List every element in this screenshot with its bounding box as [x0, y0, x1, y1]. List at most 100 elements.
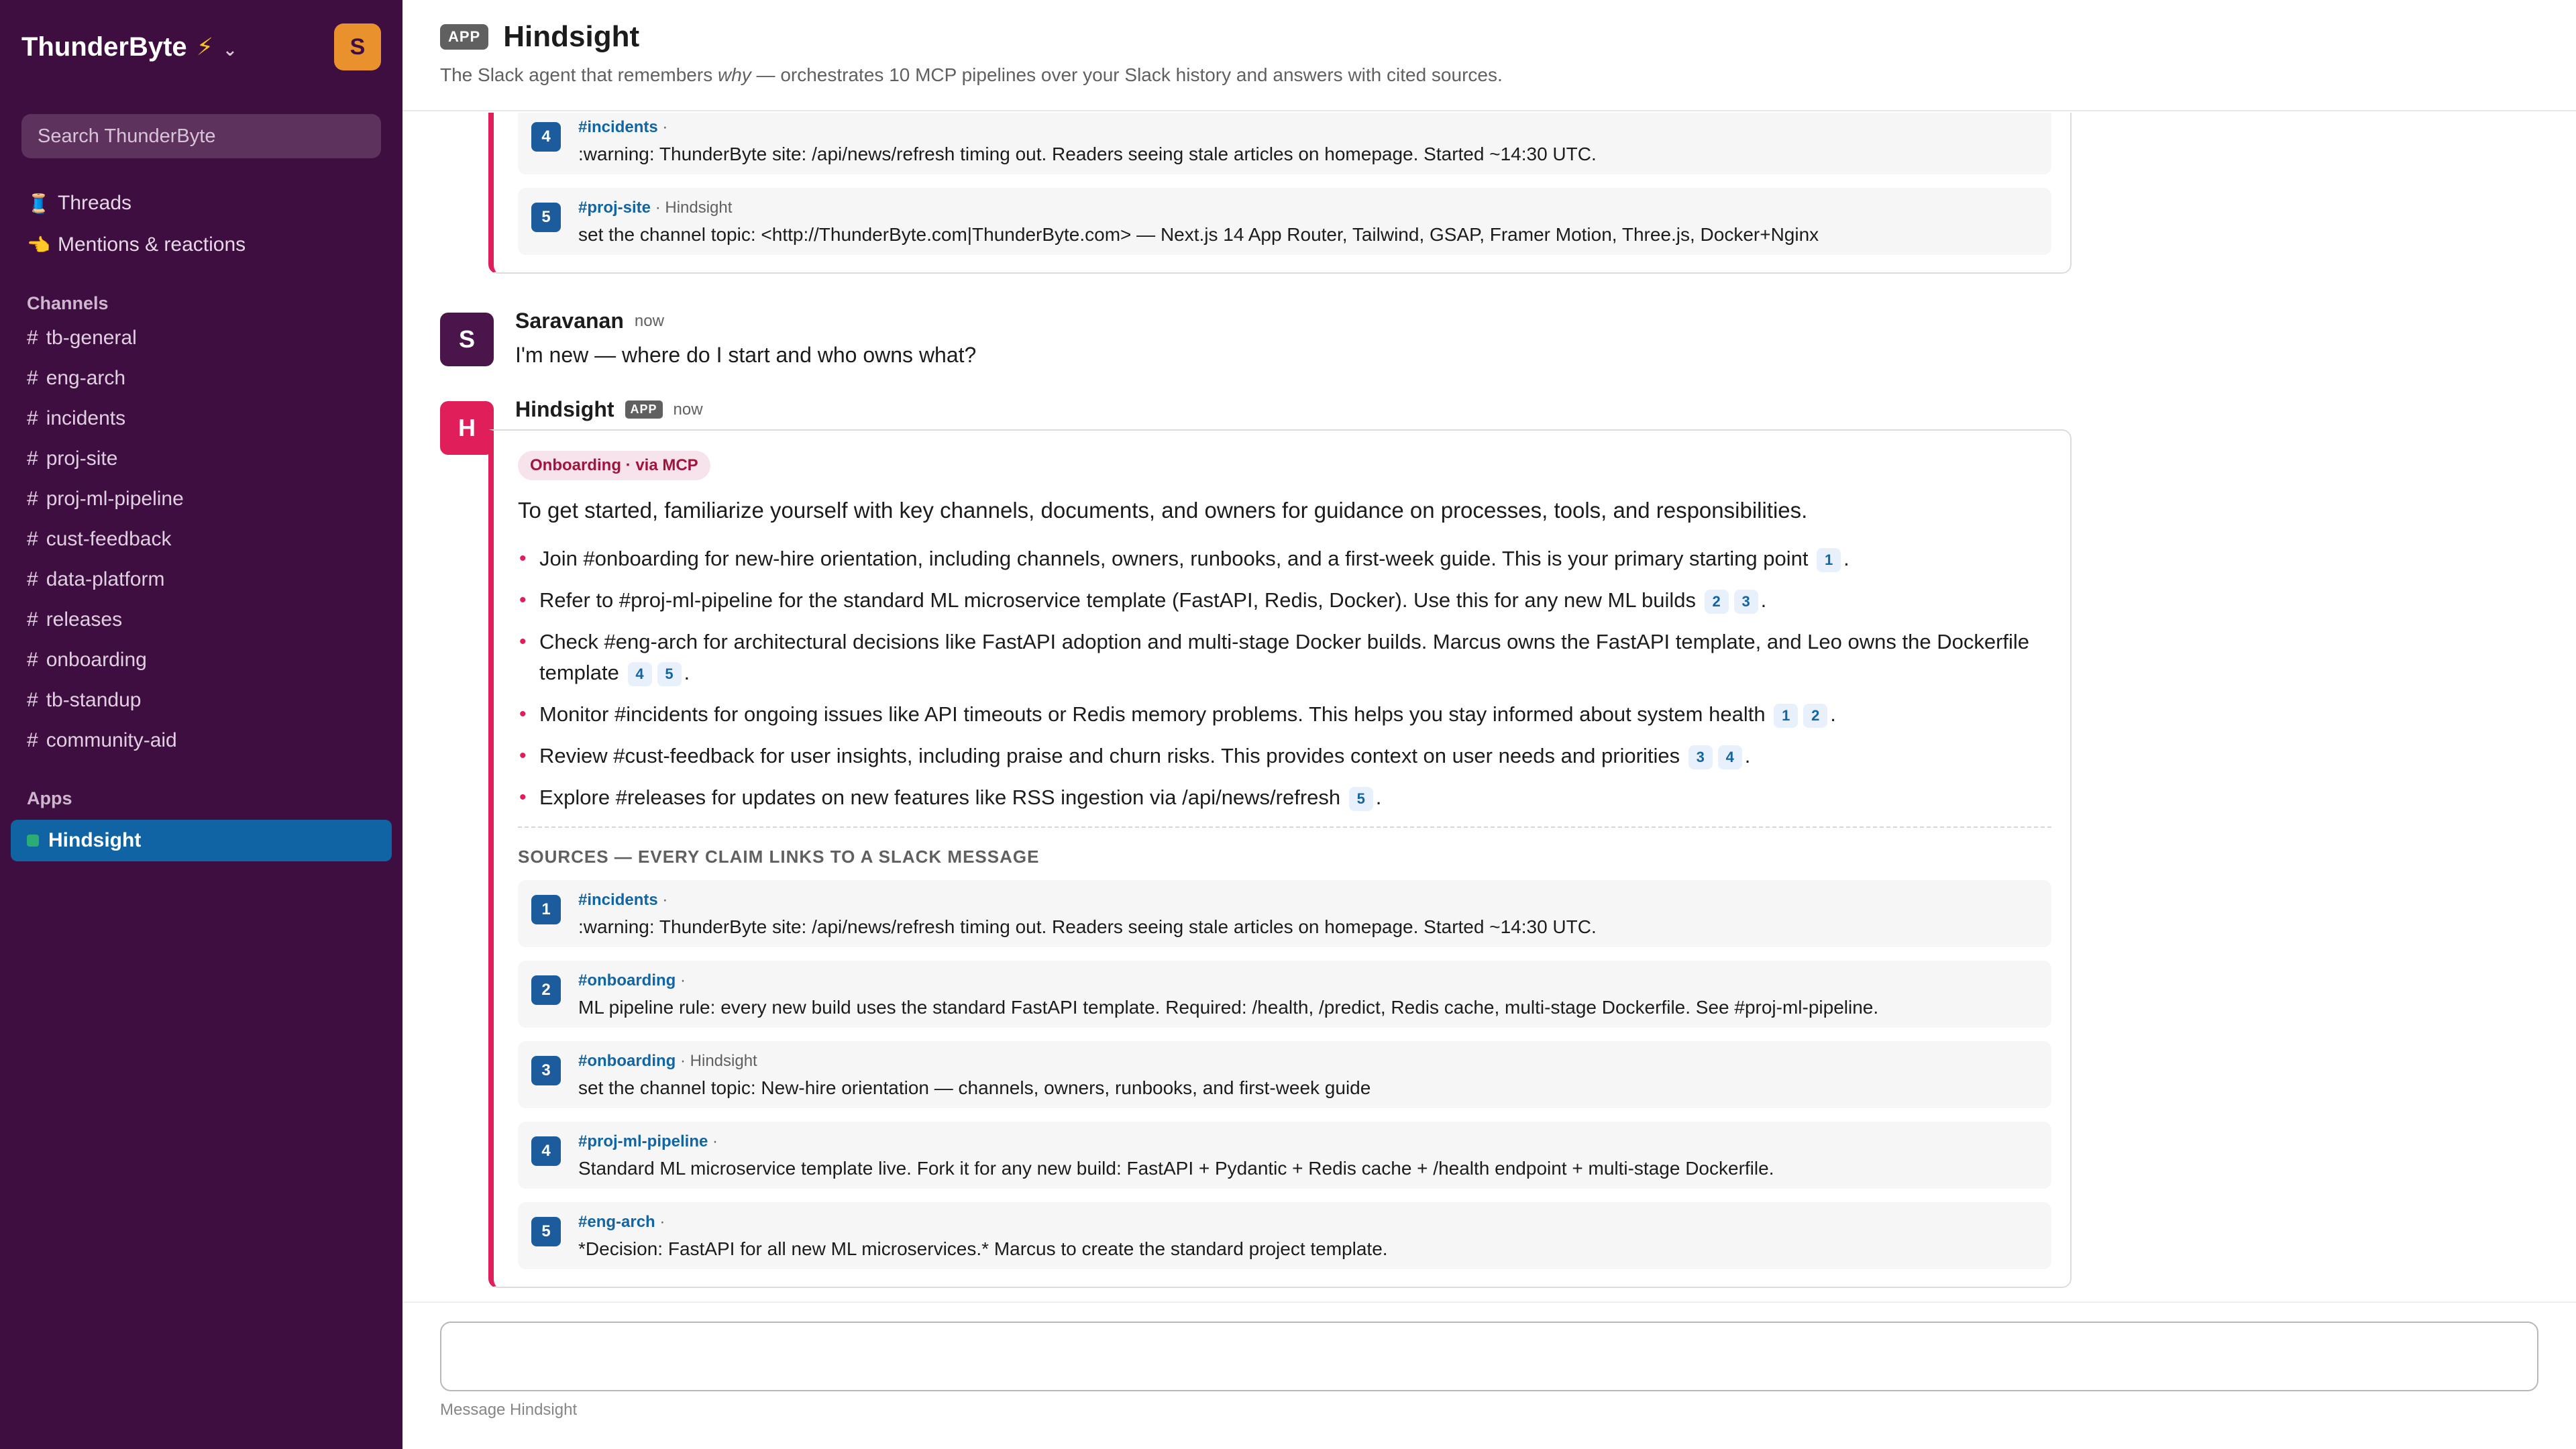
answer-bullet: Monitor #incidents for ongoing issues li… — [518, 699, 2047, 730]
channel-onboarding[interactable]: # onboarding — [0, 640, 402, 680]
channel-label: tb-general — [46, 327, 137, 349]
source-number: 3 — [531, 1056, 561, 1085]
source-item[interactable]: 4 #incidents · :warning: ThunderByte sit… — [518, 113, 2051, 174]
message-input[interactable] — [441, 1323, 2537, 1390]
apps-section-label[interactable]: Apps — [0, 784, 402, 813]
source-meta: · — [657, 891, 668, 909]
source-text: set the channel topic: New-hire orientat… — [578, 1077, 1371, 1098]
app-status-icon — [27, 835, 39, 847]
source-item[interactable]: 3 #onboarding · Hindsight set the channe… — [518, 1041, 2051, 1108]
source-channel-link[interactable]: #onboarding — [578, 1052, 676, 1070]
answer-card: Onboarding · via MCP To get started, fam… — [488, 429, 2072, 1288]
source-channel-link[interactable]: #proj-ml-pipeline — [578, 1132, 708, 1150]
source-meta: · — [676, 971, 686, 989]
source-channel-link[interactable]: #proj-site — [578, 199, 651, 217]
source-item[interactable]: 4 #proj-ml-pipeline · Standard ML micros… — [518, 1122, 2051, 1189]
nav-mentions[interactable]: 👈 Mentions & reactions — [0, 224, 402, 266]
channel-label: onboarding — [46, 649, 147, 671]
bullet-text: Monitor #incidents for ongoing issues li… — [539, 702, 1766, 726]
message-time[interactable]: now — [635, 312, 664, 331]
citation-chip[interactable]: 1 — [1774, 703, 1799, 728]
lightning-icon: ⚡ — [196, 33, 213, 60]
search-input[interactable] — [21, 114, 381, 158]
channel-label: incidents — [46, 407, 126, 429]
user-message-avatar[interactable]: S — [440, 313, 494, 366]
citation-chip[interactable]: 4 — [627, 661, 652, 686]
source-item[interactable]: 5 #proj-site · Hindsight set the channel… — [518, 188, 2051, 255]
app-item-hindsight[interactable]: Hindsight — [11, 820, 392, 861]
source-text: Standard ML microservice template live. … — [578, 1158, 1774, 1179]
channel-tb-general[interactable]: # tb-general — [0, 318, 402, 358]
channel-label: data-platform — [46, 568, 165, 590]
message-composer[interactable] — [440, 1322, 2538, 1391]
message-author[interactable]: Saravanan — [515, 309, 624, 333]
channel-incidents[interactable]: # incidents — [0, 398, 402, 439]
channel-label: proj-site — [46, 447, 118, 470]
answer-bullet: Refer to #proj-ml-pipeline for the stand… — [518, 585, 2047, 616]
channel-data-platform[interactable]: # data-platform — [0, 559, 402, 600]
source-number: 1 — [531, 895, 561, 924]
source-channel-link[interactable]: #onboarding — [578, 971, 676, 989]
channel-releases[interactable]: # releases — [0, 600, 402, 640]
hash-icon: # — [27, 649, 38, 671]
nav-threads[interactable]: 🧵 Threads — [0, 182, 402, 224]
channel-label: releases — [46, 608, 123, 631]
source-channel-link[interactable]: #incidents — [578, 891, 658, 909]
subtitle-part: The Slack agent that remembers — [440, 64, 718, 85]
source-item[interactable]: 2 #onboarding · ML pipeline rule: every … — [518, 961, 2051, 1028]
message-list[interactable]: 4 #incidents · :warning: ThunderByte sit… — [402, 113, 2576, 1301]
source-text: *Decision: FastAPI for all new ML micros… — [578, 1238, 1388, 1259]
channel-community-aid[interactable]: # community-aid — [0, 720, 402, 761]
answer-bullet: Review #cust-feedback for user insights,… — [518, 741, 2047, 771]
source-number: 5 — [531, 1217, 561, 1246]
answer-bullet: Check #eng-arch for architectural decisi… — [518, 627, 2047, 688]
sidebar: ThunderByte ⚡ ⌄ S 🧵 Threads 👈 Mentions &… — [0, 0, 402, 1449]
channel-tb-standup[interactable]: # tb-standup — [0, 680, 402, 720]
channel-eng-arch[interactable]: # eng-arch — [0, 358, 402, 398]
thread-spool-icon: 🧵 — [27, 193, 50, 214]
citation-chip[interactable]: 2 — [1803, 703, 1828, 728]
bullet-text: Explore #releases for updates on new fea… — [539, 786, 1341, 809]
bullet-text: Refer to #proj-ml-pipeline for the stand… — [539, 588, 1697, 612]
nav-threads-label: Threads — [58, 192, 132, 214]
source-meta: · — [655, 1213, 665, 1231]
message-time[interactable]: now — [674, 400, 703, 419]
channel-label: eng-arch — [46, 367, 126, 389]
hash-icon: # — [27, 528, 38, 550]
source-channel-link[interactable]: #eng-arch — [578, 1213, 655, 1231]
citation-chip[interactable]: 4 — [1717, 745, 1742, 769]
citation-chip[interactable]: 3 — [1688, 745, 1713, 769]
message-author[interactable]: Hindsight — [515, 397, 614, 422]
source-number: 5 — [531, 203, 561, 232]
answer-bullet: Explore #releases for updates on new fea… — [518, 782, 2047, 813]
workspace-switcher[interactable]: ThunderByte ⚡ ⌄ — [21, 32, 237, 62]
composer-divider — [402, 1301, 2576, 1303]
citation-chip[interactable]: 3 — [1733, 589, 1758, 614]
source-header: #eng-arch · — [578, 1213, 2035, 1232]
source-number: 4 — [531, 1136, 561, 1166]
channel-proj-ml-pipeline[interactable]: # proj-ml-pipeline — [0, 479, 402, 519]
citation-chip[interactable]: 1 — [1817, 547, 1841, 572]
source-item[interactable]: 1 #incidents · :warning: ThunderByte sit… — [518, 880, 2051, 947]
page-title[interactable]: Hindsight — [503, 20, 639, 54]
citation-chip[interactable]: 2 — [1704, 589, 1729, 614]
channel-proj-site[interactable]: # proj-site — [0, 439, 402, 479]
hash-icon: # — [27, 367, 38, 389]
previous-answer-card: 4 #incidents · :warning: ThunderByte sit… — [488, 113, 2072, 274]
hash-icon: # — [27, 568, 38, 590]
citation-chip[interactable]: 5 — [657, 661, 682, 686]
bot-message-avatar[interactable]: H — [440, 401, 494, 455]
hash-icon: # — [27, 327, 38, 349]
source-header: #onboarding · Hindsight — [578, 1052, 2035, 1071]
source-text: :warning: ThunderByte site: /api/news/re… — [578, 916, 1597, 937]
channel-cust-feedback[interactable]: # cust-feedback — [0, 519, 402, 559]
source-item[interactable]: 5 #eng-arch · *Decision: FastAPI for all… — [518, 1202, 2051, 1269]
source-channel-link[interactable]: #incidents — [578, 118, 658, 136]
channel-label: tb-standup — [46, 689, 142, 711]
citation-chip[interactable]: 5 — [1348, 786, 1373, 811]
source-text: :warning: ThunderByte site: /api/news/re… — [578, 144, 1597, 164]
user-avatar[interactable]: S — [334, 23, 381, 70]
sources-label: SOURCES — EVERY CLAIM LINKS TO A SLACK M… — [518, 847, 1040, 867]
channels-section-label[interactable]: Channels — [0, 288, 402, 318]
source-header: #proj-ml-pipeline · — [578, 1132, 2035, 1151]
